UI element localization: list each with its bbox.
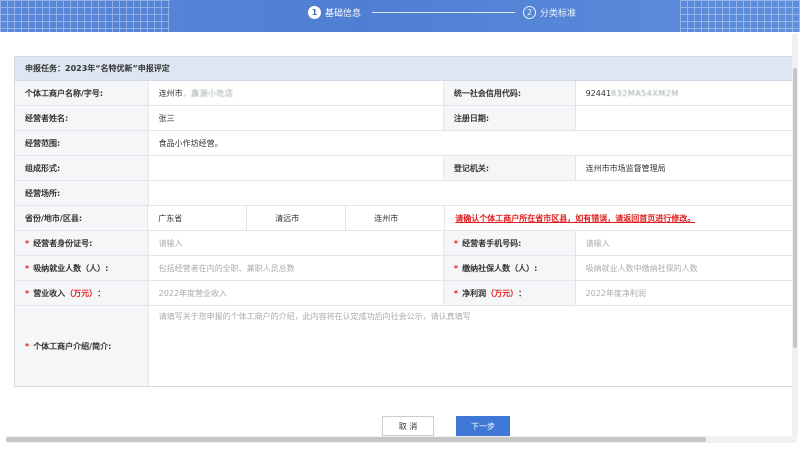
profit-unit: （万元） xyxy=(486,288,519,298)
employees-label-text: 吸纳就业人数（人）: xyxy=(33,263,109,273)
region-label: 省份/地市/区县: xyxy=(15,206,149,230)
required-mark: * xyxy=(453,288,459,298)
id-number-label-text: 经营者身份证号: xyxy=(33,238,93,248)
step-bar: 1 基础信息 2 分类标准 xyxy=(0,0,800,32)
redacted-text: 832MA54XM2M xyxy=(611,88,679,98)
employees-input[interactable]: 包括经营者在内的全职、兼职人员总数 xyxy=(149,256,444,280)
org-form-label: 组成形式: xyxy=(15,156,149,180)
scope-value: 食品小作坊经营。 xyxy=(158,138,223,148)
authority-value: 连州市市场监督管理局 xyxy=(585,163,666,173)
panel-title: 申报任务：2023年“名特优新”申报评定 xyxy=(15,57,795,81)
city-value: 清远市 xyxy=(247,206,347,231)
business-name-value: 连州市 ，鑫源小吃店 xyxy=(149,81,444,105)
form-row: 个体工商户名称/字号: 连州市 ，鑫源小吃店 统一社会信用代码: 92441 832… xyxy=(15,81,795,106)
form-row: * 经营者身份证号: 请输入 * 经营者手机号码: 请输入 xyxy=(15,231,795,256)
phone-label-text: 经营者手机号码: xyxy=(462,238,522,248)
step-connector xyxy=(372,12,515,13)
profit-label-text: 净利润 xyxy=(462,288,487,298)
org-form-value xyxy=(149,156,444,180)
scrollbar-thumb[interactable] xyxy=(6,437,706,442)
step-label: 基础信息 xyxy=(325,9,362,19)
vertical-scrollbar[interactable] xyxy=(792,34,798,438)
scrollbar-thumb[interactable] xyxy=(793,68,797,348)
employees-label: * 吸纳就业人数（人）: xyxy=(15,256,149,280)
next-step-button[interactable]: 下一步 xyxy=(456,416,510,436)
step-label: 分类标准 xyxy=(540,9,577,19)
label-colon: ： xyxy=(97,288,106,298)
insured-label: * 缴纳社保人数（人）: xyxy=(443,256,576,280)
step-classification: 2 分类标准 xyxy=(523,6,576,19)
grid-decoration xyxy=(680,0,800,32)
required-mark: * xyxy=(25,341,30,351)
register-date-value xyxy=(576,106,795,130)
id-number-label: * 经营者身份证号: xyxy=(15,231,149,255)
credit-code-label: 统一社会信用代码: xyxy=(443,81,576,105)
application-form: 申报任务：2023年“名特优新”申报评定 个体工商户名称/字号: 连州市 ，鑫源小… xyxy=(14,56,796,387)
form-row: * 营业收入 （万元）： 2022年度营业收入 * 净利润 （万元）： 2022年度净利… xyxy=(15,281,795,306)
form-row: 经营范围: 食品小作坊经营。 xyxy=(15,131,795,156)
required-mark: * xyxy=(25,288,30,298)
required-mark: * xyxy=(25,263,30,273)
cancel-button[interactable]: 取 消 xyxy=(382,416,434,436)
insured-input[interactable]: 吸纳就业人数中缴纳社保的人数 xyxy=(576,256,795,280)
credit-code-value: 92441 832MA54XM2M xyxy=(576,81,795,105)
revenue-label-text: 营业收入 xyxy=(33,288,66,298)
redacted-text: ，鑫源小吃店 xyxy=(182,88,234,98)
region-values: 广东省 清远市 连州市 xyxy=(148,206,446,231)
intro-label: * 个体工商户介绍/简介: xyxy=(15,306,149,386)
scope-label: 经营范围: xyxy=(15,131,149,155)
revenue-label: * 营业收入 （万元）： xyxy=(15,281,149,305)
step-basic-info: 1 基础信息 xyxy=(308,6,361,19)
form-row: 经营者姓名: 张三 注册日期: xyxy=(15,106,795,131)
location-label: 经营场所: xyxy=(15,181,149,205)
authority-label: 登记机关: xyxy=(443,156,576,180)
credit-code-text: 92441 xyxy=(585,88,612,98)
form-row: * 吸纳就业人数（人）: 包括经营者在内的全职、兼职人员总数 * 缴纳社保人数（人）… xyxy=(15,256,795,281)
required-mark: * xyxy=(453,238,459,248)
step-number-icon: 2 xyxy=(523,6,536,19)
intro-label-text: 个体工商户介绍/简介: xyxy=(33,341,112,351)
business-name-text: 连州市 xyxy=(158,88,183,98)
phone-input[interactable]: 请输入 xyxy=(576,231,795,255)
register-date-label: 注册日期: xyxy=(443,106,576,130)
province-value: 广东省 xyxy=(148,206,248,231)
form-row: * 个体工商户介绍/简介: 请填写关于您申报的个体工商户的介绍，此内容将在认定成功… xyxy=(15,306,795,386)
location-value xyxy=(149,181,795,205)
required-mark: * xyxy=(453,263,459,273)
form-row: 组成形式: 登记机关: 连州市市场监督管理局 xyxy=(15,156,795,181)
county-value: 连州市 xyxy=(346,206,446,231)
operator-name-label: 经营者姓名: xyxy=(15,106,149,130)
intro-textarea[interactable]: 请填写关于您申报的个体工商户的介绍，此内容将在认定成功后向社会公示，请认真填写 xyxy=(149,306,795,386)
revenue-input[interactable]: 2022年度营业收入 xyxy=(149,281,444,305)
grid-decoration xyxy=(0,0,170,32)
insured-label-text: 缴纳社保人数（人）: xyxy=(462,263,538,273)
step-number-icon: 1 xyxy=(308,6,321,19)
revenue-unit: （万元） xyxy=(65,288,98,298)
business-name-label: 个体工商户名称/字号: xyxy=(15,81,149,105)
profit-input[interactable]: 2022年度净利润 xyxy=(576,281,795,305)
form-row: 省份/地市/区县: 广东省 清远市 连州市 请确认个体工商户所在省市区县，如有错… xyxy=(15,206,795,231)
operator-name-value: 张三 xyxy=(149,106,444,130)
required-mark: * xyxy=(25,238,30,248)
id-number-input[interactable]: 请输入 xyxy=(149,231,444,255)
phone-label: * 经营者手机号码: xyxy=(443,231,576,255)
profit-label: * 净利润 （万元）： xyxy=(443,281,576,305)
region-notice[interactable]: 请确认个体工商户所在省市区县，如有错误，请返回首页进行修改。 xyxy=(445,206,795,230)
horizontal-scrollbar[interactable] xyxy=(6,436,796,443)
label-colon: ： xyxy=(518,288,527,298)
form-row: 经营场所: xyxy=(15,181,795,206)
